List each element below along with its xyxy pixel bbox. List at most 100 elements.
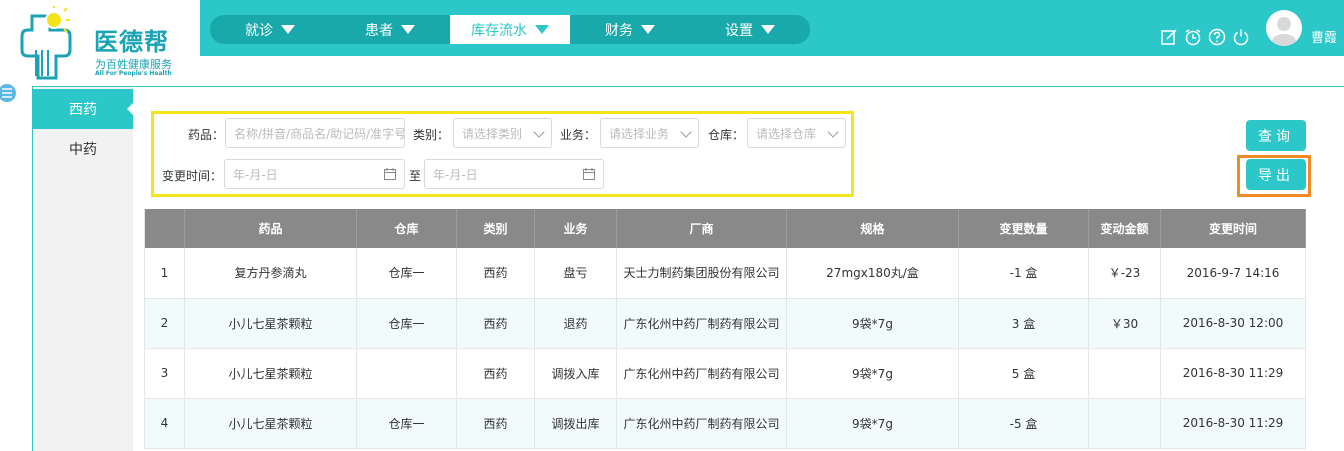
category-placeholder: 请选择类别 [462, 126, 523, 141]
nav-item-label: 库存流水 [471, 22, 527, 39]
cell-amount-change [1088, 398, 1161, 449]
side-tab-chinese-medicine[interactable]: 中药 [33, 129, 133, 169]
nav-item-label: 设置 [725, 22, 753, 39]
cell-spec: 9袋*7g [786, 348, 959, 399]
drug-search-placeholder: 名称/拼音/商品名/助记码/准字号 [234, 126, 405, 141]
column-header-change-time[interactable]: 变更时间 [1160, 209, 1306, 248]
cell-warehouse: 仓库一 [356, 398, 457, 449]
category-label: 类别： [413, 128, 450, 142]
avatar[interactable] [1266, 10, 1302, 46]
nav-item-settings[interactable]: 设置 [690, 15, 810, 44]
caret-down-icon [761, 25, 775, 34]
column-header-spec[interactable]: 规格 [786, 209, 959, 248]
cell-warehouse [356, 348, 457, 399]
main-nav: 就诊 患者 库存流水 财务 设置 [210, 15, 810, 44]
change-time-label: 变更时间： [162, 169, 223, 183]
cell-category: 西药 [456, 398, 535, 449]
business-select[interactable]: 请选择业务 [600, 118, 699, 148]
cell-spec: 27mgx180丸/盒 [786, 248, 959, 299]
column-header-business[interactable]: 业务 [534, 209, 617, 248]
column-header-warehouse[interactable]: 仓库 [356, 209, 457, 248]
nav-item-label: 就诊 [245, 22, 273, 39]
cell-change-time: 2016-8-30 11:29 [1160, 398, 1306, 449]
help-icon[interactable] [1208, 28, 1226, 46]
menu-toggle-icon[interactable] [0, 84, 18, 102]
caret-down-icon [641, 25, 655, 34]
cell-spec: 9袋*7g [786, 298, 959, 349]
cell-category: 西药 [456, 348, 535, 399]
cell-business: 调拨入库 [534, 348, 617, 399]
cell-change-time: 2016-9-7 14:16 [1160, 248, 1306, 299]
cell-change-time: 2016-8-30 12:00 [1160, 298, 1306, 349]
cell-quantity-change: 5 盒 [958, 348, 1089, 399]
column-header-manufacturer[interactable]: 厂商 [616, 209, 787, 248]
cell-manufacturer: 广东化州中药厂制药有限公司 [616, 348, 787, 399]
logo-area: 医德帮 为百姓健康服务 All For People's Health [0, 0, 200, 86]
nav-item-label: 患者 [365, 22, 393, 39]
query-button[interactable]: 查询 [1246, 120, 1306, 151]
cell-quantity-change: -5 盒 [958, 398, 1089, 449]
drug-search-input[interactable]: 名称/拼音/商品名/助记码/准字号 [225, 118, 405, 148]
nav-item-patients[interactable]: 患者 [330, 15, 450, 44]
table-row[interactable]: 4 小儿七星茶颗粒 仓库一 西药 调拨出库 广东化州中药厂制药有限公司 9袋*7… [144, 398, 1306, 449]
cell-business: 盘亏 [534, 248, 617, 299]
export-button[interactable]: 导出 [1246, 159, 1306, 190]
logo-icon [20, 6, 72, 80]
user-silhouette-icon [1271, 17, 1297, 46]
side-tab-western-medicine[interactable]: 西药 [33, 89, 134, 129]
cell-manufacturer: 广东化州中药厂制药有限公司 [616, 398, 787, 449]
brand-slogan-en: All For People's Health [95, 70, 172, 77]
side-tab-label: 中药 [69, 142, 97, 158]
cell-drug: 复方丹参滴丸 [184, 248, 357, 299]
nav-item-finance[interactable]: 财务 [570, 15, 690, 44]
user-name[interactable]: 曹霞 [1311, 27, 1337, 46]
table-row[interactable]: 1 复方丹参滴丸 仓库一 西药 盘亏 天士力制药集团股份有限公司 27mgx18… [144, 248, 1306, 299]
clock-icon[interactable] [1184, 28, 1202, 46]
side-tabs: 西药 中药 [33, 87, 134, 451]
date-start-input[interactable]: 年-月-日 [224, 159, 405, 189]
nav-item-label: 财务 [605, 22, 633, 39]
chevron-down-icon [827, 126, 839, 138]
date-end-placeholder: 年-月-日 [433, 167, 478, 182]
cell-index: 3 [144, 348, 185, 399]
cell-manufacturer: 天士力制药集团股份有限公司 [616, 248, 787, 299]
caret-down-icon [281, 25, 295, 34]
side-tab-label: 西药 [69, 102, 97, 118]
business-label: 业务： [560, 128, 597, 142]
nav-item-inventory[interactable]: 库存流水 [450, 15, 570, 44]
column-header-quantity-change[interactable]: 变更数量 [958, 209, 1089, 248]
inventory-flow-table: 药品 仓库 类别 业务 厂商 规格 变更数量 变动金额 变更时间 1 复方丹参滴… [144, 209, 1306, 449]
cell-drug: 小儿七星茶颗粒 [184, 348, 357, 399]
column-header-drug[interactable]: 药品 [184, 209, 357, 248]
brand-name: 医德帮 [94, 28, 169, 56]
column-header-category[interactable]: 类别 [456, 209, 535, 248]
cell-drug: 小儿七星茶颗粒 [184, 298, 357, 349]
cell-category: 西药 [456, 298, 535, 349]
cell-index: 4 [144, 398, 185, 449]
column-header-amount-change[interactable]: 变动金额 [1088, 209, 1161, 248]
cell-warehouse: 仓库一 [356, 298, 457, 349]
table-row[interactable]: 2 小儿七星茶颗粒 仓库一 西药 退药 广东化州中药厂制药有限公司 9袋*7g … [144, 298, 1306, 349]
cell-change-time: 2016-8-30 11:29 [1160, 348, 1306, 399]
cell-category: 西药 [456, 248, 535, 299]
cell-spec: 9袋*7g [786, 398, 959, 449]
drug-label: 药品： [188, 128, 225, 142]
calendar-icon [384, 168, 396, 180]
date-end-input[interactable]: 年-月-日 [424, 159, 604, 189]
warehouse-placeholder: 请选择仓库 [756, 126, 817, 141]
cell-amount-change [1088, 348, 1161, 399]
table-row[interactable]: 3 小儿七星茶颗粒 西药 调拨入库 广东化州中药厂制药有限公司 9袋*7g 5 … [144, 348, 1306, 399]
cell-business: 退药 [534, 298, 617, 349]
chevron-down-icon [680, 126, 692, 138]
category-select[interactable]: 请选择类别 [453, 118, 552, 148]
date-start-placeholder: 年-月-日 [233, 167, 278, 182]
warehouse-select[interactable]: 请选择仓库 [747, 118, 846, 148]
nav-item-visit[interactable]: 就诊 [210, 15, 330, 44]
cell-index: 1 [144, 248, 185, 299]
cell-quantity-change: 3 盒 [958, 298, 1089, 349]
edit-icon[interactable] [1160, 28, 1178, 46]
column-header-index [144, 209, 185, 248]
power-icon[interactable] [1232, 28, 1250, 46]
cell-manufacturer: 广东化州中药厂制药有限公司 [616, 298, 787, 349]
business-placeholder: 请选择业务 [609, 126, 670, 141]
